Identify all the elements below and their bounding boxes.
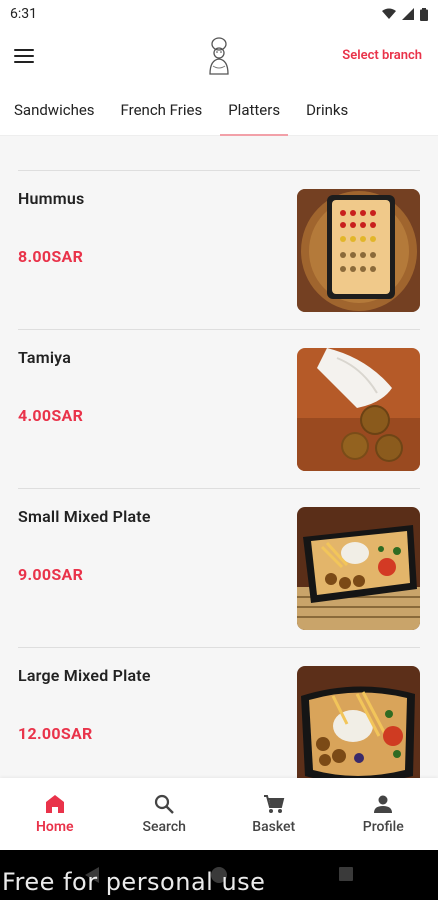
wifi-icon [382,8,396,19]
item-name: Small Mixed Plate [18,507,151,526]
nav-profile[interactable]: Profile [329,778,438,850]
small-mixed-plate-image [297,507,420,630]
nav-search-label: Search [142,819,186,835]
item-price: 4.00SAR [18,406,84,425]
status-icons [382,7,428,21]
app-bar: Select branch [0,28,438,84]
list-item[interactable]: Small Mixed Plate 9.00SAR [18,488,420,647]
product-list: Hummus 8.00SAR Tamiya 4.00SAR Small Mixe… [0,136,438,778]
status-time: 6:31 [10,6,37,22]
nav-basket[interactable]: Basket [219,778,329,850]
item-name: Large Mixed Plate [18,666,151,685]
person-icon [374,795,393,813]
tab-french-fries[interactable]: French Fries [113,84,211,136]
nav-search[interactable]: Search [110,778,220,850]
category-tabs: Sandwiches French Fries Platters Drinks [0,84,438,136]
recents-icon[interactable] [338,866,354,882]
select-branch-button[interactable]: Select branch [342,48,422,63]
tab-sandwiches[interactable]: Sandwiches [6,84,103,136]
nav-home-label: Home [35,819,74,835]
nav-home[interactable]: Home [0,778,110,850]
list-item[interactable]: Hummus 8.00SAR [18,170,420,329]
home-icon [45,795,64,813]
large-mixed-plate-image [297,666,420,778]
tab-drinks[interactable]: Drinks [298,84,356,136]
hummus-image [297,189,420,312]
menu-icon[interactable] [14,44,40,68]
bottom-navigation: Home Search Basket Profile [0,778,438,850]
nav-profile-label: Profile [362,819,404,835]
tab-platters[interactable]: Platters [220,84,288,136]
item-price: 12.00SAR [18,724,93,743]
search-icon [155,794,175,814]
chef-logo [209,37,229,75]
item-price: 8.00SAR [18,247,84,266]
list-item[interactable]: Large Mixed Plate 12.00SAR [18,647,420,778]
item-name: Hummus [18,189,85,208]
list-item[interactable]: Tamiya 4.00SAR [18,329,420,488]
item-name: Tamiya [18,348,71,367]
tamiya-image [297,348,420,471]
cart-icon [263,795,285,813]
watermark-text: Free for personal use [2,868,266,896]
item-price: 9.00SAR [18,565,84,584]
signal-icon [402,8,414,20]
nav-basket-label: Basket [252,819,296,835]
status-bar: 6:31 [0,0,438,28]
battery-icon [420,7,428,21]
